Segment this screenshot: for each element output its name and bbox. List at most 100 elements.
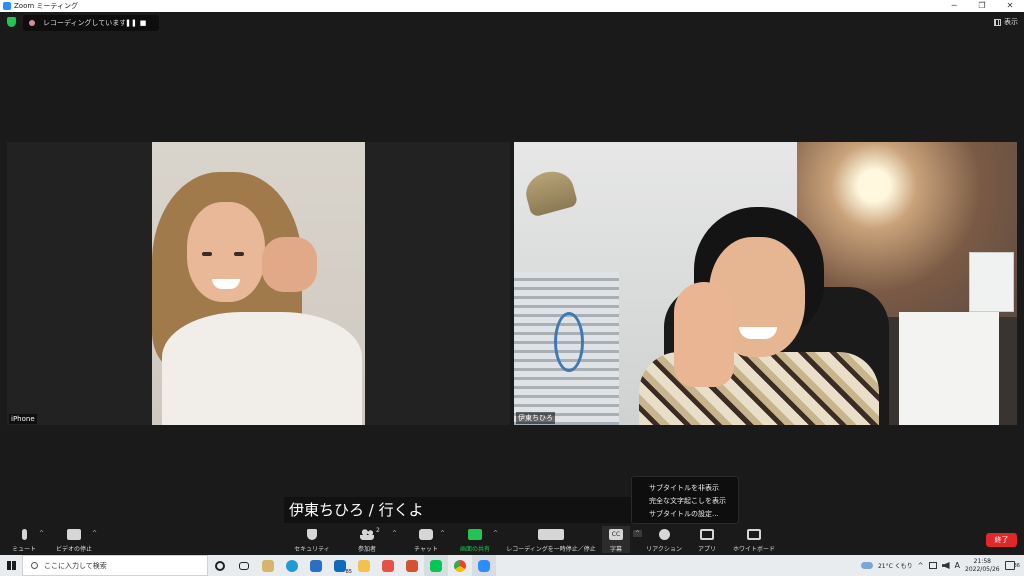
- recording-stop-button[interactable]: ■: [137, 19, 149, 27]
- minimize-button[interactable]: ─: [940, 0, 968, 12]
- weather-text[interactable]: 21°C くもり: [878, 561, 913, 570]
- menu-item-show-full-transcript[interactable]: 完全な文字起こしを表示: [649, 496, 738, 509]
- taskbar-app-mail[interactable]: 85: [328, 555, 352, 576]
- system-tray: 21°C くもり ^ A 21:58 2022/05/26 36: [860, 555, 1024, 576]
- apps-icon: [700, 529, 714, 540]
- taskbar-app-edge[interactable]: [280, 555, 304, 576]
- mute-label: ミュート: [11, 546, 36, 553]
- notification-center-icon[interactable]: [1004, 561, 1015, 570]
- taskbar-app-line[interactable]: [424, 555, 448, 576]
- stop-video-label: ビデオの停止: [55, 546, 92, 553]
- task-view-button[interactable]: [232, 555, 256, 576]
- taskbar-app-powerpoint[interactable]: [400, 555, 424, 576]
- share-screen-icon: [468, 529, 482, 540]
- recording-pause-button[interactable]: ❚❚: [125, 19, 137, 27]
- reactions-label: リアクション: [646, 546, 682, 553]
- clock-date: 2022/05/26: [965, 565, 1000, 573]
- taskbar-app-explorer[interactable]: [352, 555, 376, 576]
- video-tile-ito-chihiro[interactable]: 伊東ちひろ: [514, 142, 1017, 425]
- recording-control-label: レコーディングを一時停止／停止: [506, 546, 596, 553]
- paint-icon: [262, 559, 274, 572]
- end-meeting-button[interactable]: 終了: [986, 533, 1017, 547]
- encryption-shield-icon[interactable]: [7, 17, 16, 27]
- peace-sign-hand-shape: [674, 282, 734, 387]
- share-screen-button[interactable]: 画面の共有: [456, 526, 494, 553]
- store-icon: [310, 559, 322, 572]
- network-icon[interactable]: [928, 562, 937, 569]
- chrome-icon: [454, 559, 466, 572]
- participant-video: [152, 142, 365, 425]
- folder-icon: [358, 559, 370, 572]
- apps-button[interactable]: アプリ: [698, 526, 716, 553]
- stop-video-button[interactable]: ビデオの停止: [54, 526, 94, 553]
- title-bar: Zoom ミーティング ─ ❐ ✕: [0, 0, 1024, 12]
- meeting-area: レコーディングしています... ❚❚ ■ 表示 iPhone 伊東ちひろ 伊東ち…: [0, 12, 1024, 524]
- taskbar-app-store[interactable]: [304, 555, 328, 576]
- view-label: 表示: [1004, 18, 1018, 26]
- grid-icon: [994, 18, 1001, 26]
- close-button[interactable]: ✕: [996, 0, 1024, 12]
- chat-label: チャット: [414, 546, 438, 553]
- captions-button[interactable]: CC 字幕: [602, 526, 630, 553]
- peace-sign-hand-shape: [262, 237, 317, 292]
- menu-item-hide-subtitles[interactable]: サブタイトルを非表示: [649, 483, 738, 496]
- subtitle-menu: サブタイトルを非表示 完全な文字起こしを表示 サブタイトルの設定...: [631, 476, 739, 524]
- taskbar-app-paint[interactable]: [256, 555, 280, 576]
- tray-overflow-caret-icon[interactable]: ^: [918, 562, 924, 570]
- window-title: Zoom ミーティング: [14, 2, 78, 10]
- chat-options-caret-icon[interactable]: ^: [440, 530, 445, 537]
- restore-button[interactable]: ❐: [968, 0, 996, 12]
- recording-control-button[interactable]: レコーディングを一時停止／停止: [505, 526, 597, 553]
- taskbar-app-chrome[interactable]: [448, 555, 472, 576]
- menu-item-subtitle-settings[interactable]: サブタイトルの設定...: [649, 509, 738, 522]
- mail-badge: 85: [345, 569, 352, 575]
- reactions-button[interactable]: リアクション: [646, 526, 682, 553]
- window-controls: ─ ❐ ✕: [940, 0, 1024, 12]
- windows-taskbar: ここに入力して検索 85 21°C くもり ^ A 21:58 2022/05/…: [0, 555, 1024, 576]
- captions-label: 字幕: [609, 546, 622, 553]
- taskbar-app-zoom[interactable]: [472, 555, 496, 576]
- recording-status-text: レコーディングしています...: [43, 19, 125, 27]
- participants-icon: [360, 529, 374, 540]
- cortana-circle-icon: [215, 560, 225, 571]
- captions-options-caret-icon[interactable]: ^: [633, 530, 643, 537]
- share-options-caret-icon[interactable]: ^: [493, 530, 498, 537]
- participants-label: 参加者: [357, 546, 376, 553]
- photos-icon: [382, 559, 394, 572]
- zoom-app-icon: [3, 2, 11, 10]
- mute-button[interactable]: ミュート: [11, 526, 37, 553]
- search-icon: [31, 562, 38, 569]
- ime-indicator[interactable]: A: [955, 561, 960, 570]
- video-tile-iphone[interactable]: iPhone: [7, 142, 510, 425]
- chat-button[interactable]: チャット: [413, 526, 439, 553]
- closed-captions-icon: CC: [609, 529, 623, 540]
- view-button[interactable]: 表示: [994, 17, 1018, 27]
- note-paper-shape: [969, 252, 1014, 312]
- taskbar-clock[interactable]: 21:58 2022/05/26: [965, 558, 1000, 574]
- whiteboard-button[interactable]: ホワイトボード: [733, 526, 776, 553]
- video-options-caret-icon[interactable]: ^: [92, 530, 97, 537]
- meeting-toolbar: ミュート ^ ビデオの停止 ^ セキュリティ 参加者 2 ^ チャット ^ 画面…: [0, 524, 1024, 555]
- windows-start-button[interactable]: [0, 555, 22, 576]
- participants-options-caret-icon[interactable]: ^: [392, 530, 397, 537]
- camera-icon: [67, 529, 81, 540]
- taskbar-app-photos[interactable]: [376, 555, 400, 576]
- recording-indicator: レコーディングしています... ❚❚ ■: [23, 15, 159, 31]
- edge-icon: [286, 559, 298, 572]
- whiteboard-icon: [747, 529, 761, 540]
- volume-icon[interactable]: [941, 562, 950, 569]
- live-caption: 伊東ちひろ / 行くよ: [284, 497, 634, 523]
- security-button[interactable]: セキュリティ: [292, 526, 332, 553]
- cortana-button[interactable]: [208, 555, 232, 576]
- security-shield-icon: [307, 529, 317, 540]
- powerpoint-icon: [406, 559, 418, 572]
- chat-icon: [419, 529, 433, 540]
- whiteboard-label: ホワイトボード: [733, 546, 776, 553]
- recording-dot-icon: [29, 20, 35, 26]
- shirt-shape: [162, 312, 362, 425]
- clock-time: 21:58: [973, 557, 991, 565]
- line-icon: [430, 559, 442, 572]
- cable-shape: [554, 312, 584, 372]
- taskbar-search-box[interactable]: ここに入力して検索: [22, 555, 208, 576]
- audio-options-caret-icon[interactable]: ^: [39, 530, 44, 537]
